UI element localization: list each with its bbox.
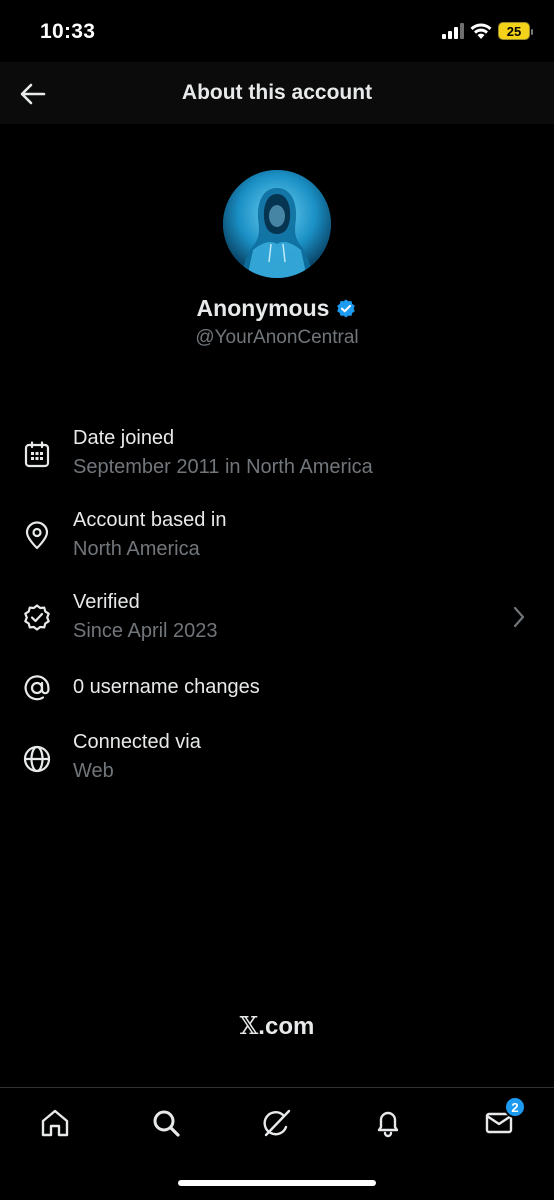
info-subtitle: North America bbox=[73, 538, 200, 560]
tab-messages[interactable]: 2 bbox=[482, 1096, 526, 1140]
verified-check-icon bbox=[337, 298, 356, 318]
messages-badge: 2 bbox=[504, 1096, 526, 1118]
tab-home[interactable] bbox=[38, 1106, 72, 1140]
grok-icon bbox=[263, 1109, 291, 1137]
display-name: Anonymous bbox=[196, 295, 330, 321]
battery-indicator: 25 bbox=[498, 22, 533, 40]
info-item-username-changes: 0 username changes bbox=[0, 664, 554, 712]
info-item-verified[interactable]: Verified Since April 2023 bbox=[0, 582, 554, 652]
hooded-figure-image bbox=[223, 170, 331, 278]
info-subtitle: Since April 2023 bbox=[73, 620, 218, 642]
wifi-icon bbox=[470, 23, 492, 39]
top-header: About this account bbox=[0, 62, 554, 124]
at-sign-icon bbox=[24, 675, 50, 701]
tab-notifications[interactable] bbox=[371, 1106, 405, 1140]
info-item-account-based-in: Account based in North America bbox=[0, 500, 554, 570]
status-time: 10:33 bbox=[40, 20, 96, 43]
x-logo-suffix: .com bbox=[258, 1013, 315, 1040]
cellular-signal-icon bbox=[442, 23, 464, 39]
username-handle: @YourAnonCentral bbox=[195, 327, 359, 348]
home-icon bbox=[41, 1109, 69, 1137]
profile-section: Anonymous @YourAnonCentral bbox=[0, 170, 554, 349]
location-pin-icon bbox=[25, 521, 49, 550]
info-title: Account based in bbox=[73, 509, 227, 531]
bell-icon bbox=[377, 1111, 399, 1138]
info-title: Verified bbox=[73, 591, 140, 613]
info-subtitle: September 2011 in North America bbox=[73, 456, 373, 478]
tab-search[interactable] bbox=[149, 1106, 183, 1140]
info-item-connected-via: Connected via Web bbox=[0, 728, 554, 798]
info-title: Date joined bbox=[73, 427, 175, 449]
tab-grok[interactable] bbox=[260, 1106, 294, 1140]
status-icons: 25 bbox=[442, 22, 533, 40]
home-indicator[interactable] bbox=[178, 1180, 376, 1186]
globe-icon bbox=[23, 745, 51, 773]
search-icon bbox=[153, 1110, 180, 1137]
battery-level: 25 bbox=[506, 23, 522, 39]
verified-badge-icon bbox=[24, 604, 50, 631]
avatar[interactable] bbox=[223, 170, 331, 278]
info-subtitle: Web bbox=[73, 760, 114, 782]
page-title: About this account bbox=[181, 81, 373, 104]
status-bar: 10:33 25 bbox=[0, 0, 554, 62]
chevron-right-icon bbox=[513, 606, 525, 628]
x-logo-mark: 𝕏 bbox=[239, 1012, 259, 1040]
x-com-logo: 𝕏.com bbox=[0, 1012, 554, 1041]
info-item-date-joined: Date joined September 2011 in North Amer… bbox=[0, 418, 554, 488]
info-title: Connected via bbox=[73, 731, 201, 753]
display-name-row: Anonymous bbox=[0, 295, 554, 322]
calendar-icon bbox=[24, 441, 50, 468]
info-title: 0 username changes bbox=[73, 676, 260, 698]
